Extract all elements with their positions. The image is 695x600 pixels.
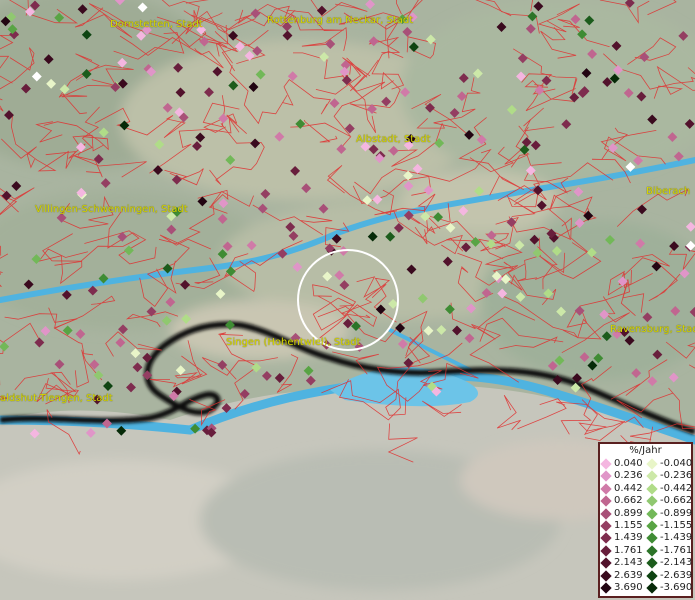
legend-swatch	[646, 532, 658, 545]
legend-row-positive: 0.899	[600, 508, 643, 520]
legend-row-negative: -1.761	[646, 545, 692, 557]
legend-row-negative: -0.899	[646, 508, 692, 520]
legend-row-positive: 3.690	[600, 582, 643, 594]
legend-value: -0.899	[660, 507, 693, 519]
legend-swatch	[646, 582, 658, 594]
city-label-villingen: Villingen-Schwenningen, Stadt	[35, 204, 188, 215]
legend-value: -0.442	[660, 482, 693, 494]
legend-value: 2.143	[614, 557, 643, 569]
legend-title: %/Jahr	[629, 445, 662, 456]
legend-swatch	[600, 507, 612, 520]
legend-swatch	[600, 532, 612, 545]
legend-row-negative: -0.662	[646, 495, 692, 507]
legend-swatch	[600, 458, 612, 470]
legend-value: 0.236	[614, 470, 643, 482]
legend-value: 1.761	[614, 544, 643, 556]
legend-value: -2.143	[660, 557, 693, 569]
legend-row-positive: 0.662	[600, 495, 643, 507]
terrain-map	[0, 0, 695, 600]
legend: %/Jahr 0.040 0.236 0.442 0.662 0.899 1.155 1.4…	[598, 442, 693, 598]
city-label-waldshut: aldshut-Tiengen, Stadt	[0, 393, 113, 404]
legend-swatch	[646, 507, 658, 520]
legend-swatch	[600, 483, 612, 495]
city-label-dornstetten: Dornstetten, Stadt	[110, 19, 203, 30]
legend-value: -1.761	[660, 544, 693, 556]
map-view[interactable]: Dornstetten, Stadt Rottenburg am Neckar,…	[0, 0, 695, 600]
legend-swatch	[600, 569, 612, 582]
legend-value: 1.439	[614, 532, 643, 544]
legend-row-positive: 1.439	[600, 532, 643, 545]
legend-value: 0.442	[614, 482, 643, 494]
legend-row-negative: -0.442	[646, 483, 692, 495]
legend-value: 1.155	[614, 520, 643, 531]
legend-value: -1.155	[660, 520, 693, 531]
legend-row-positive: 0.442	[600, 483, 643, 495]
legend-row-negative: -0.236	[646, 470, 693, 483]
legend-value: -1.439	[660, 532, 693, 544]
legend-swatch	[646, 495, 658, 507]
legend-row-negative: -2.639	[646, 570, 692, 582]
legend-row-positive: 0.040	[600, 458, 643, 470]
legend-value: -0.040	[660, 458, 693, 469]
legend-row-positive: 2.639	[600, 570, 643, 582]
legend-row-negative: -1.155	[646, 520, 692, 532]
legend-swatch	[600, 557, 612, 569]
legend-row-negative: -1.439	[646, 532, 693, 545]
legend-swatch	[646, 470, 658, 483]
legend-value: 0.662	[614, 495, 643, 507]
legend-swatch	[646, 520, 658, 532]
city-label-singen: Singen (Hohentwiel), Stadt	[226, 337, 361, 348]
legend-value: 0.899	[614, 507, 643, 519]
legend-row-positive: 1.155	[600, 520, 643, 532]
legend-row-negative: -2.143	[646, 557, 692, 569]
legend-value: 2.639	[614, 569, 643, 581]
legend-swatch	[600, 495, 612, 507]
legend-swatch	[646, 545, 658, 557]
legend-swatch	[600, 545, 612, 557]
legend-value: 0.040	[614, 458, 643, 469]
legend-row-positive: 0.236	[600, 470, 643, 483]
legend-swatch	[600, 582, 612, 594]
city-label-biberach: Biberach	[646, 186, 691, 197]
legend-swatch	[600, 470, 612, 483]
legend-swatch	[646, 483, 658, 495]
city-label-ravensburg: Ravensburg, Stad	[610, 324, 695, 335]
legend-swatch	[646, 557, 658, 569]
city-label-albstadt: Albstadt, Stadt	[356, 134, 431, 145]
legend-row-positive: 2.143	[600, 557, 643, 569]
legend-swatch	[646, 458, 658, 470]
legend-value: 3.690	[614, 582, 643, 593]
legend-value: -0.662	[660, 495, 693, 507]
legend-swatch	[600, 520, 612, 532]
legend-swatch	[646, 569, 658, 582]
legend-value: -0.236	[660, 470, 693, 482]
legend-row-positive: 1.761	[600, 545, 643, 557]
legend-row-negative: -3.690	[646, 582, 692, 594]
city-label-rottenburg: Rottenburg am Neckar, Stadt	[267, 15, 414, 26]
legend-row-negative: -0.040	[646, 458, 692, 470]
legend-value: -2.639	[660, 569, 693, 581]
legend-value: -3.690	[660, 582, 693, 593]
